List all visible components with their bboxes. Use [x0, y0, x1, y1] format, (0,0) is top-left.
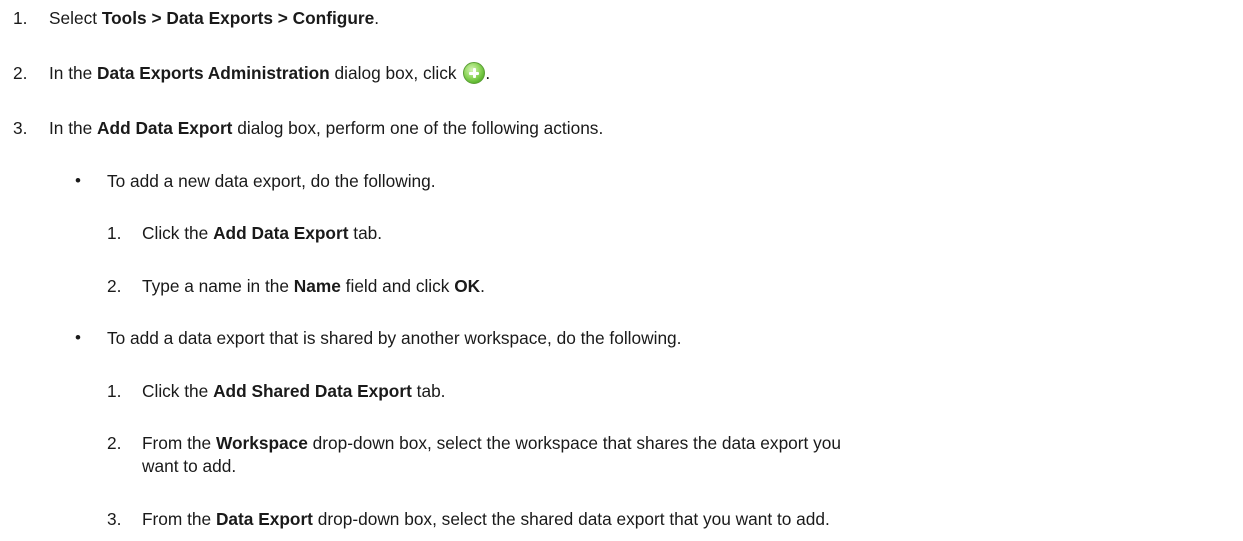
- bullet-1-substep-1-tab-name: Add Data Export: [213, 223, 349, 243]
- bullet-2-substep-1-number: 1.: [107, 381, 122, 401]
- bullet-2-substep-2-number: 2.: [107, 433, 122, 453]
- step-2-text: In the Data Exports Administration dialo…: [49, 62, 490, 84]
- step-3-after: dialog box, perform one of the following…: [232, 118, 604, 138]
- step-1-text: Select Tools > Data Exports > Configure.: [49, 7, 379, 29]
- bullet-1-substep-2-field-name: Name: [293, 276, 341, 296]
- bullet-1-marker: •: [75, 171, 81, 190]
- bullet-2-substep-1-tab-name: Add Shared Data Export: [213, 381, 412, 401]
- step-2-dialog-name: Data Exports Administration: [97, 63, 330, 83]
- bullet-1-substep-1-before: Click the: [142, 223, 214, 243]
- step-2-after: dialog box, click: [329, 63, 462, 83]
- bullet-2-substep-1-after: tab.: [411, 381, 446, 401]
- bullet-2-marker: •: [75, 328, 81, 347]
- bullet-2-substep-2-after: drop-down box, select the workspace that…: [307, 433, 842, 453]
- bullet-1-substep-1-number: 1.: [107, 223, 122, 243]
- bullet-2-text: To add a data export that is shared by a…: [107, 328, 682, 348]
- bullet-2-substep-3-field-name: Data Export: [215, 509, 313, 529]
- step-3-number: 3.: [13, 118, 28, 138]
- bullet-1-substep-1-after: tab.: [348, 223, 383, 243]
- step-3-dialog-name: Add Data Export: [97, 118, 233, 138]
- step-2-number: 2.: [13, 63, 28, 83]
- bullet-2-substep-1-text: Click the Add Shared Data Export tab.: [142, 380, 446, 402]
- step-2-before: In the: [49, 63, 98, 83]
- bullet-2-substep-2-text: From the Workspace drop-down box, select…: [142, 432, 841, 454]
- bullet-2-substep-2-before: From the: [142, 433, 216, 453]
- step-1-menu-path: Tools > Data Exports > Configure: [101, 8, 375, 28]
- bullet-2-substep-3-after: drop-down box, select the shared data ex…: [312, 509, 830, 529]
- bullet-2-substep-2-continuation: want to add.: [142, 456, 237, 476]
- step-2-end: .: [485, 63, 491, 83]
- bullet-1-substep-2-before: Type a name in the: [142, 276, 294, 296]
- step-1-number: 1.: [13, 8, 28, 28]
- bullet-2-substep-3-before: From the: [142, 509, 216, 529]
- bullet-1-substep-2-number: 2.: [107, 276, 122, 296]
- bullet-1-substep-1-text: Click the Add Data Export tab.: [142, 222, 382, 244]
- bullet-1-substep-2-mid: field and click: [340, 276, 455, 296]
- bullet-1-substep-2-text: Type a name in the Name field and click …: [142, 275, 485, 297]
- step-1-after: .: [374, 8, 380, 28]
- step-3-before: In the: [49, 118, 98, 138]
- bullet-1-substep-2-ok: OK: [454, 276, 481, 296]
- bullet-1-text: To add a new data export, do the followi…: [107, 171, 436, 191]
- bullet-2-substep-2-field-name: Workspace: [215, 433, 308, 453]
- step-1-before: Select: [49, 8, 102, 28]
- step-3-text: In the Add Data Export dialog box, perfo…: [49, 117, 603, 139]
- bullet-2-substep-3-text: From the Data Export drop-down box, sele…: [142, 508, 830, 530]
- bullet-2-substep-3-number: 3.: [107, 509, 122, 529]
- bullet-1-substep-2-after: .: [480, 276, 485, 296]
- add-circle-icon[interactable]: [463, 62, 486, 84]
- bullet-2-substep-1-before: Click the: [142, 381, 214, 401]
